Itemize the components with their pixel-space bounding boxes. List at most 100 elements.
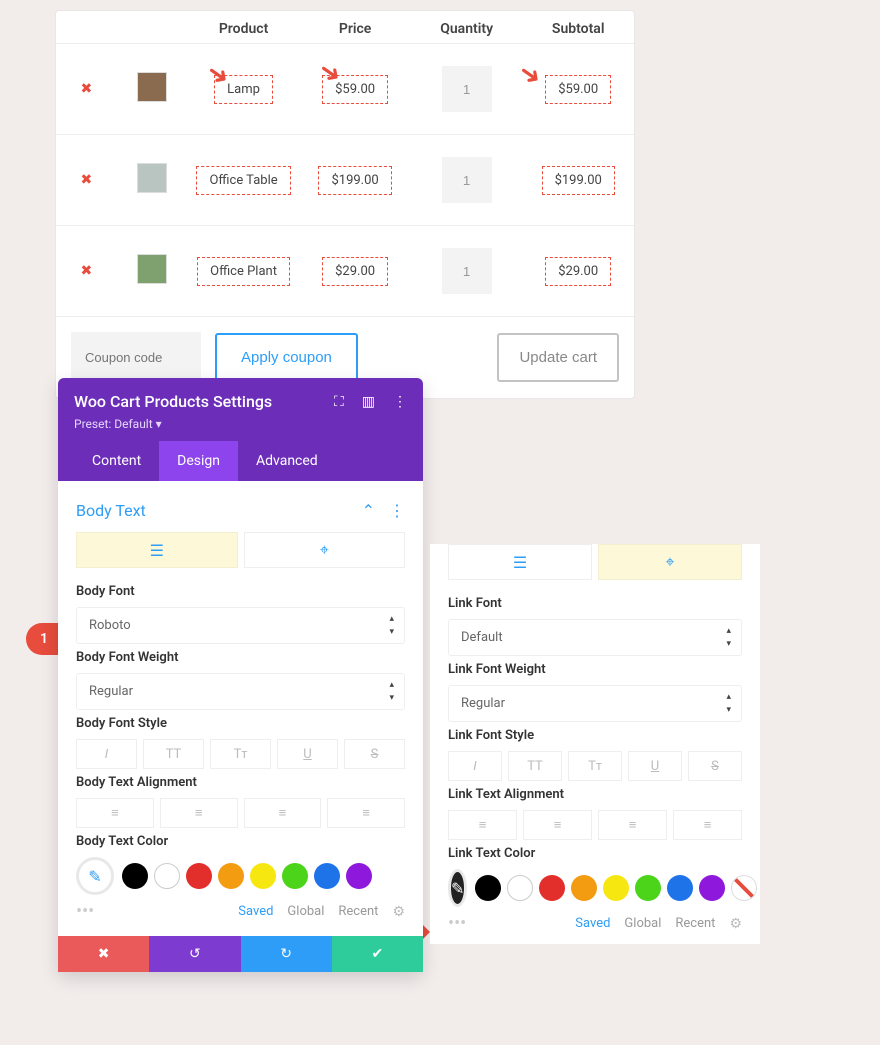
- table-row: ✖Lamp$59.00$59.00: [56, 44, 634, 135]
- label-link-color: Link Text Color: [448, 846, 742, 861]
- section-menu-icon[interactable]: ⋮: [389, 501, 405, 520]
- align-center-2[interactable]: ≡: [523, 810, 592, 840]
- color-picker-button-2[interactable]: ✎: [448, 869, 467, 907]
- font-style-u[interactable]: U: [628, 751, 682, 781]
- color-swatch[interactable]: [699, 875, 725, 901]
- footer-save-button[interactable]: ✔: [332, 936, 423, 972]
- section-body-text[interactable]: Body Text: [76, 501, 146, 520]
- font-style-u[interactable]: U: [277, 739, 338, 769]
- footer-close-button[interactable]: ✖: [58, 936, 149, 972]
- color-swatch[interactable]: [667, 875, 693, 901]
- color-swatch[interactable]: [250, 863, 276, 889]
- font-style-tᴛ[interactable]: Tᴛ: [210, 739, 271, 769]
- palette-global[interactable]: Global: [287, 904, 324, 919]
- color-swatch[interactable]: [603, 875, 629, 901]
- palette-saved[interactable]: Saved: [238, 904, 273, 919]
- product-price: $29.00: [322, 257, 388, 286]
- label-body-align: Body Text Alignment: [76, 775, 405, 790]
- color-swatch[interactable]: [122, 863, 148, 889]
- footer-undo-button[interactable]: ↺: [149, 936, 240, 972]
- select-link-font[interactable]: Default: [448, 619, 742, 656]
- color-picker-button[interactable]: ✎: [76, 857, 114, 895]
- palette-settings-icon-2[interactable]: ⚙: [729, 916, 742, 932]
- product-subtotal: $29.00: [545, 257, 611, 286]
- color-swatch[interactable]: [635, 875, 661, 901]
- product-thumb[interactable]: [137, 72, 167, 102]
- col-subtotal: Subtotal: [522, 11, 634, 44]
- col-product: Product: [188, 11, 300, 44]
- link-settings-panel: ☰ ⌖ Link Font Default Link Font Weight R…: [430, 544, 760, 944]
- subtab-text-2[interactable]: ☰: [448, 544, 592, 580]
- more-colors-icon[interactable]: •••: [76, 901, 94, 922]
- remove-button[interactable]: ✖: [56, 226, 117, 317]
- color-swatch[interactable]: [507, 875, 533, 901]
- panel-title: Woo Cart Products Settings: [74, 392, 272, 411]
- remove-button[interactable]: ✖: [56, 44, 117, 135]
- tab-design[interactable]: Design: [159, 441, 238, 481]
- color-swatch[interactable]: [571, 875, 597, 901]
- product-thumb[interactable]: [137, 254, 167, 284]
- align-justify[interactable]: ≡: [327, 798, 405, 828]
- tab-advanced[interactable]: Advanced: [238, 441, 336, 481]
- font-style-i[interactable]: I: [448, 751, 502, 781]
- font-style-i[interactable]: I: [76, 739, 137, 769]
- product-subtotal: $199.00: [542, 166, 615, 195]
- color-swatch[interactable]: [475, 875, 501, 901]
- more-colors-icon-2[interactable]: •••: [448, 913, 466, 934]
- qty-input[interactable]: [442, 248, 492, 294]
- color-transparent[interactable]: [731, 875, 757, 901]
- color-swatch[interactable]: [539, 875, 565, 901]
- remove-button[interactable]: ✖: [56, 135, 117, 226]
- palette-global-2[interactable]: Global: [624, 916, 661, 931]
- table-row: ✖ Office Plant $29.00 $29.00: [56, 226, 634, 317]
- align-right[interactable]: ≡: [244, 798, 322, 828]
- align-center[interactable]: ≡: [160, 798, 238, 828]
- expand-icon[interactable]: ⛶: [334, 394, 344, 410]
- subtab-link[interactable]: ⌖: [244, 532, 406, 568]
- palette-recent-2[interactable]: Recent: [675, 916, 715, 931]
- color-swatch[interactable]: [218, 863, 244, 889]
- font-style-tᴛ[interactable]: Tᴛ: [568, 751, 622, 781]
- color-swatch[interactable]: [314, 863, 340, 889]
- qty-input[interactable]: [442, 66, 492, 112]
- font-style-tt[interactable]: TT: [508, 751, 562, 781]
- label-link-font: Link Font: [448, 596, 742, 611]
- palette-saved-2[interactable]: Saved: [575, 916, 610, 931]
- preset-selector[interactable]: Preset: Default ▾: [74, 411, 407, 441]
- palette-settings-icon[interactable]: ⚙: [392, 904, 405, 920]
- color-swatch[interactable]: [282, 863, 308, 889]
- columns-icon[interactable]: ▥: [362, 394, 375, 410]
- apply-coupon-button[interactable]: Apply coupon: [215, 333, 358, 382]
- select-link-weight[interactable]: Regular: [448, 685, 742, 722]
- align-left-2[interactable]: ≡: [448, 810, 517, 840]
- product-name[interactable]: Office Plant: [197, 257, 290, 286]
- select-body-font[interactable]: Roboto: [76, 607, 405, 644]
- product-name[interactable]: Office Table: [196, 166, 290, 195]
- collapse-icon[interactable]: ⌃: [362, 501, 375, 520]
- color-swatch[interactable]: [154, 863, 180, 889]
- label-body-weight: Body Font Weight: [76, 650, 405, 665]
- align-right-2[interactable]: ≡: [598, 810, 667, 840]
- align-justify-2[interactable]: ≡: [673, 810, 742, 840]
- label-body-color: Body Text Color: [76, 834, 405, 849]
- subtab-text[interactable]: ☰: [76, 532, 238, 568]
- color-swatch[interactable]: [186, 863, 212, 889]
- table-row: ✖Office Table$199.00$199.00: [56, 135, 634, 226]
- font-style-tt[interactable]: TT: [143, 739, 204, 769]
- coupon-input[interactable]: [71, 332, 201, 383]
- menu-icon[interactable]: ⋮: [393, 394, 407, 410]
- color-swatch[interactable]: [346, 863, 372, 889]
- align-left[interactable]: ≡: [76, 798, 154, 828]
- product-thumb[interactable]: [137, 163, 167, 193]
- font-style-s[interactable]: S: [344, 739, 405, 769]
- tab-content[interactable]: Content: [74, 441, 159, 481]
- col-qty: Quantity: [411, 11, 523, 44]
- footer-redo-button[interactable]: ↻: [241, 936, 332, 972]
- select-body-weight[interactable]: Regular: [76, 673, 405, 710]
- subtab-link-2[interactable]: ⌖: [598, 544, 742, 580]
- palette-recent[interactable]: Recent: [338, 904, 378, 919]
- font-style-s[interactable]: S: [688, 751, 742, 781]
- qty-input[interactable]: [442, 157, 492, 203]
- label-link-align: Link Text Alignment: [448, 787, 742, 802]
- update-cart-button[interactable]: Update cart: [497, 333, 619, 382]
